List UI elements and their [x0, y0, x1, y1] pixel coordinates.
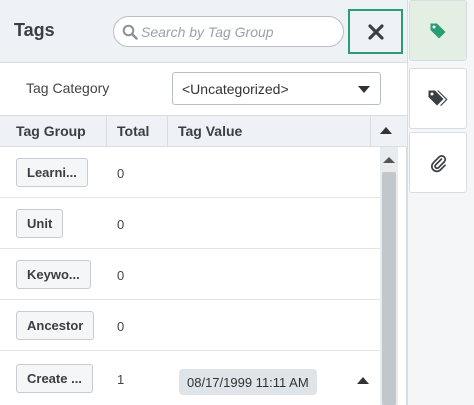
table-row: Create ... 1 08/17/1999 11:11 AM — [0, 351, 380, 402]
tag-group-button[interactable]: Ancestor — [16, 311, 95, 340]
tag-group-button[interactable]: Learni... — [16, 158, 88, 187]
table-row: Ancestor 0 — [0, 300, 380, 351]
panel-title: Tags — [14, 20, 55, 40]
tag-group-button[interactable]: Keywo... — [16, 260, 91, 289]
tag-category-label: Tag Category — [26, 80, 110, 96]
tag-icon — [430, 23, 446, 38]
collapse-up-icon[interactable] — [357, 377, 369, 384]
total-cell: 0 — [117, 166, 125, 181]
right-rail — [407, 0, 474, 405]
rail-tab-tags[interactable] — [409, 68, 467, 129]
table-header: Tag Group Total Tag Value — [0, 115, 407, 147]
panel-header: Tags — [0, 0, 407, 63]
tags-panel: Tags Tag Category <Uncategorized> Tag Gr… — [0, 0, 407, 405]
column-header-tag-value[interactable]: Tag Value — [178, 123, 242, 139]
column-header-total[interactable]: Total — [117, 123, 149, 139]
table-row: Keywo... 0 — [0, 249, 380, 300]
table-row: Learni... 0 — [0, 147, 380, 198]
column-divider — [370, 116, 371, 147]
close-icon — [367, 23, 384, 40]
total-cell: 0 — [117, 319, 125, 334]
total-cell: 0 — [117, 268, 125, 283]
tag-value-chip[interactable]: 08/17/1999 11:11 AM — [179, 369, 317, 395]
tag-group-button[interactable]: Unit — [16, 209, 64, 238]
tag-category-value: <Uncategorized> — [182, 81, 289, 97]
paperclip-icon — [431, 154, 447, 172]
close-button[interactable] — [348, 9, 403, 54]
table-row: Unit 0 — [0, 198, 380, 249]
tag-category-row: Tag Category <Uncategorized> — [0, 63, 407, 115]
total-cell: 0 — [117, 217, 125, 232]
column-divider — [167, 116, 168, 147]
rail-tab-attachments[interactable] — [409, 132, 467, 193]
sort-up-icon[interactable] — [380, 127, 392, 134]
table-body: Learni... 0 Unit 0 Keywo... 0 Ancestor 0… — [0, 147, 380, 405]
scrollbar-thumb[interactable] — [382, 172, 396, 405]
rail-tab-tag[interactable] — [409, 0, 467, 61]
total-cell: 1 — [117, 372, 125, 387]
column-divider — [106, 116, 107, 147]
search-box[interactable] — [113, 16, 344, 47]
scroll-up-arrow-icon[interactable] — [383, 157, 395, 163]
search-input[interactable] — [141, 22, 337, 42]
tag-category-select[interactable]: <Uncategorized> — [172, 72, 381, 105]
tags-icon — [428, 90, 448, 106]
search-icon — [122, 24, 138, 40]
chevron-down-icon — [358, 86, 370, 93]
tag-group-button[interactable]: Create ... — [16, 364, 93, 393]
column-header-tag-group[interactable]: Tag Group — [16, 123, 86, 139]
